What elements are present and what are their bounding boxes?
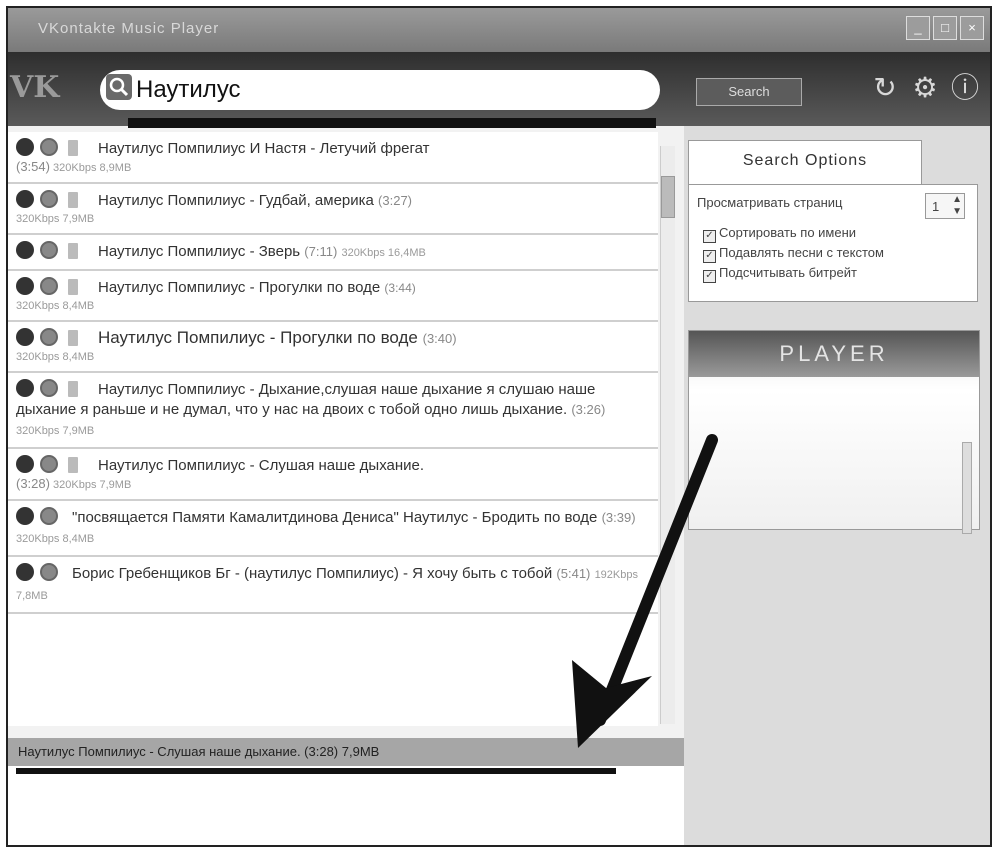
player-panel: PLAYER: [688, 330, 980, 530]
toolbar: VK Search ↻ ⚙ ⓘ: [8, 52, 990, 126]
track-duration: (3:39): [601, 510, 636, 525]
close-button[interactable]: ×: [960, 16, 984, 40]
track-meta: 320Kbps 8,9MB: [53, 162, 132, 174]
track-title: Наутилус Помпилиус - Слушая наше дыхание…: [98, 457, 425, 474]
list-item[interactable]: Наутилус Помпилиус - Гудбай, америка (3:…: [8, 184, 658, 235]
add-icon[interactable]: [40, 455, 58, 473]
add-icon[interactable]: [40, 138, 58, 156]
lyrics-checkbox[interactable]: ✓ Подавлять песни с текстом: [703, 245, 884, 263]
track-meta: 320Kbps 8,4MB: [16, 533, 95, 545]
search-button[interactable]: Search: [696, 78, 802, 106]
checkbox-label: Подавлять песни с текстом: [719, 245, 884, 260]
info-icon[interactable]: ⓘ: [948, 68, 982, 108]
track-duration: (7:11): [304, 244, 338, 259]
track-meta: 320Kbps 7,9MB: [16, 425, 95, 437]
list-item[interactable]: Наутилус Помпилиус - Прогулки по воде (3…: [8, 271, 658, 322]
lyrics-icon[interactable]: [68, 192, 78, 208]
checkbox-label: Подсчитывать битрейт: [719, 265, 857, 280]
track-title: Наутилус Помпилиус - Прогулки по воде: [98, 279, 381, 296]
status-underline: [16, 768, 616, 774]
checkbox-checked-icon: ✓: [703, 270, 716, 283]
now-playing-text: Наутилус Помпилиус - Слушая наше дыхание…: [18, 744, 380, 759]
track-meta: 320Kbps 7,9MB: [16, 213, 95, 225]
add-icon[interactable]: [40, 328, 58, 346]
list-item[interactable]: Наутилус Помпилиус - Прогулки по воде (3…: [8, 322, 658, 373]
player-title: PLAYER: [689, 331, 979, 377]
list-item[interactable]: "посвящается Памяти Камалитдинова Дениса…: [8, 501, 658, 557]
track-title: Наутилус Помпилиус - Зверь: [98, 243, 301, 260]
title-bar: VKontakte Music Player _ □ ×: [8, 8, 990, 52]
add-icon[interactable]: [40, 241, 58, 259]
play-icon[interactable]: [16, 241, 34, 259]
track-duration: (3:27): [378, 193, 413, 208]
results-list: Наутилус Помпилиус И Настя - Летучий фре…: [8, 132, 658, 726]
lyrics-icon[interactable]: [68, 279, 78, 295]
sort-by-name-checkbox[interactable]: ✓ Сортировать по имени: [703, 225, 856, 243]
lyrics-icon[interactable]: [68, 243, 78, 259]
search-underline: [128, 118, 656, 128]
play-icon[interactable]: [16, 455, 34, 473]
search-options-panel: Просматривать страниц 1 ▲ ▼ ✓ Сортировать п…: [688, 184, 978, 302]
search-input[interactable]: [134, 74, 638, 106]
track-title: Борис Гребенщиков Бг - (наутилус Помпили…: [72, 565, 553, 582]
track-title: "посвящается Памяти Камалитдинова Дениса…: [72, 509, 598, 526]
track-meta: 320Kbps 8,4MB: [16, 351, 95, 363]
lyrics-icon[interactable]: [68, 330, 78, 346]
list-item[interactable]: Наутилус Помпилиус - Зверь (7:11) 320Kbp…: [8, 235, 658, 271]
play-icon[interactable]: [16, 563, 34, 581]
pages-value: 1: [932, 199, 940, 214]
track-duration: (3:26): [571, 402, 606, 417]
app-logo: VK: [10, 70, 60, 105]
checkbox-checked-icon: ✓: [703, 230, 716, 243]
play-icon[interactable]: [16, 379, 34, 397]
play-icon[interactable]: [16, 507, 34, 525]
lyrics-icon[interactable]: [68, 457, 78, 473]
lyrics-icon[interactable]: [68, 140, 78, 156]
list-item[interactable]: Наутилус Помпилиус - Дыхание,слушая наше…: [8, 373, 658, 449]
search-box[interactable]: [100, 70, 660, 110]
track-duration: (3:28): [16, 476, 50, 491]
add-icon[interactable]: [40, 190, 58, 208]
list-item[interactable]: Борис Гребенщиков Бг - (наутилус Помпили…: [8, 557, 658, 614]
add-icon[interactable]: [40, 563, 58, 581]
track-duration: (5:41): [556, 566, 591, 581]
track-meta: 320Kbps 8,4MB: [16, 300, 95, 312]
list-item[interactable]: Наутилус Помпилиус - Слушая наше дыхание…: [8, 449, 658, 501]
gear-icon[interactable]: ⚙: [908, 68, 942, 108]
scrollbar-thumb[interactable]: [661, 176, 675, 218]
pages-stepper[interactable]: 1 ▲ ▼: [925, 193, 965, 219]
play-icon[interactable]: [16, 328, 34, 346]
track-meta: 320Kbps 16,4MB: [341, 247, 426, 259]
volume-slider[interactable]: [962, 442, 972, 534]
play-icon[interactable]: [16, 190, 34, 208]
search-icon: [106, 74, 132, 100]
pages-label: Просматривать страниц: [697, 195, 843, 210]
track-duration: (3:44): [384, 281, 416, 295]
checkbox-label: Сортировать по имени: [719, 225, 857, 240]
window-title: VKontakte Music Player: [38, 20, 220, 37]
add-icon[interactable]: [40, 507, 58, 525]
list-item[interactable]: Наутилус Помпилиус И Настя - Летучий фре…: [8, 132, 658, 184]
now-playing-bar: Наутилус Помпилиус - Слушая наше дыхание…: [8, 738, 684, 766]
track-title: Наутилус Помпилиус И Настя - Летучий фре…: [98, 140, 430, 157]
tab-search-options[interactable]: Search Options: [688, 140, 922, 185]
play-icon[interactable]: [16, 138, 34, 156]
add-icon[interactable]: [40, 379, 58, 397]
minimize-button[interactable]: _: [906, 16, 930, 40]
bitrate-checkbox[interactable]: ✓ Подсчитывать битрейт: [703, 265, 857, 283]
track-title: Наутилус Помпилиус - Прогулки по воде: [98, 328, 418, 347]
add-icon[interactable]: [40, 277, 58, 295]
track-duration: (3:40): [422, 331, 457, 346]
refresh-icon[interactable]: ↻: [868, 68, 902, 108]
lyrics-icon[interactable]: [68, 381, 78, 397]
track-duration: (3:54): [16, 159, 50, 174]
track-title: Наутилус Помпилиус - Гудбай, америка: [98, 192, 374, 209]
checkbox-checked-icon: ✓: [703, 250, 716, 263]
maximize-button[interactable]: □: [933, 16, 957, 40]
track-title: Наутилус Помпилиус - Дыхание,слушая наше…: [16, 381, 596, 418]
play-icon[interactable]: [16, 277, 34, 295]
window-controls: _ □ ×: [906, 16, 984, 40]
track-meta: 320Kbps 7,9MB: [53, 479, 132, 491]
results-scrollbar[interactable]: [660, 146, 675, 724]
